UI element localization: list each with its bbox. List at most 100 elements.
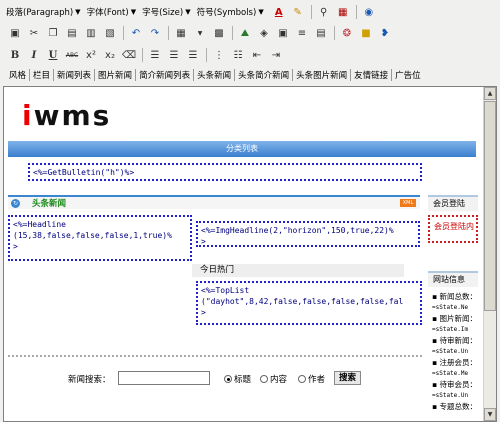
horizontal-rule-icon[interactable]: ≡ [293,24,311,42]
scroll-up-icon[interactable]: ▲ [484,87,496,100]
replace-icon[interactable]: ▦ [334,3,352,21]
logo-text: wms [33,99,112,132]
stat-code: =sState.Me [432,370,469,377]
underline-icon[interactable]: U [44,46,62,64]
search-input[interactable] [118,371,210,385]
special-char-icon[interactable]: ▤ [312,24,330,42]
unordered-list-icon[interactable]: ☷ [229,46,247,64]
scrollbar-thumb[interactable] [484,101,496,311]
img-headline-code-block[interactable]: <%=ImgHeadline(2,"horizon",150,true,22)%… [196,221,420,247]
font-dropdown[interactable]: 字体(Font) ▼ [87,6,137,18]
link-icon[interactable]: ❥ [376,24,394,42]
grid-icon[interactable]: ▩ [210,24,228,42]
find-icon[interactable]: ⚲ [315,3,333,21]
save-icon[interactable]: ▣ [6,24,24,42]
headline-code-line: > [13,242,18,251]
vertical-scrollbar[interactable]: ▲ ▼ [483,87,496,421]
indent-icon[interactable]: ⇥ [267,46,285,64]
align-center-icon[interactable]: ☰ [165,46,183,64]
refresh-icon: ↻ [11,199,20,208]
option-author[interactable]: 作者 [298,373,325,385]
bulletin-code-block[interactable]: <%=GetBulletin("h")%> [28,163,422,181]
headline-code-block[interactable]: <%=Headline (15,38,false,false,false,1,t… [8,215,192,261]
paste-word-icon[interactable]: ▧ [101,24,119,42]
toplist-code-line: ("dayhot",8,42,false,false,false,false,f… [201,297,404,306]
login-box[interactable]: 会员登陆内 [428,215,478,243]
table-dropdown-icon[interactable]: ▼ [191,24,209,42]
xml-badge[interactable]: XML [400,199,416,207]
site-logo: iwms [22,99,112,132]
editor-area[interactable]: iwms 分类列表 <%=GetBulletin("h")%> ↻ 头条新闻 X… [3,86,497,422]
align-left-icon[interactable]: ☰ [146,46,164,64]
toplist-code-line: > [201,308,206,317]
font-label: 字体(Font) [86,8,129,18]
toolbar-row-3: B I U ABC x² x₂ ⌫ ☰ ☰ ☰ ⋮ ☷ ⇤ ⇥ [0,45,500,65]
redo-icon[interactable]: ↷ [146,24,164,42]
help-icon[interactable]: ◉ [360,3,378,21]
insert-module-button[interactable]: 头条简介新闻 [235,69,292,81]
stat-code: =sState.Un [432,348,469,355]
media-icon[interactable]: ▣ [274,24,292,42]
chevron-down-icon: ▼ [75,8,81,16]
divider [334,26,335,40]
symbols-dropdown[interactable]: 符号(Symbols) ▼ [197,6,264,18]
cut-icon[interactable]: ✂ [25,24,43,42]
undo-icon[interactable]: ↶ [127,24,145,42]
superscript-icon[interactable]: x² [82,46,100,64]
search-button[interactable]: 搜索 [334,371,362,385]
outdent-icon[interactable]: ⇤ [248,46,266,64]
image-icon[interactable]: ⛰ [236,24,254,42]
copy-icon[interactable]: ❐ [44,24,62,42]
bold-icon[interactable]: B [6,46,24,64]
insert-module-button[interactable]: 友情链接 [351,69,391,81]
hot-section-title: 今日热门 [192,264,404,277]
subscript-icon[interactable]: x₂ [101,46,119,64]
paste-text-icon[interactable]: ▥ [82,24,100,42]
option-content-label: 内容 [270,375,288,385]
option-title-label: 标题 [234,375,252,385]
img-headline-code-line: > [201,237,206,246]
divider [355,5,357,19]
option-content[interactable]: 内容 [260,373,287,385]
divider [310,5,312,19]
paragraph-dropdown[interactable]: 段落(Paragraph) ▼ [6,6,81,18]
toplist-code-block[interactable]: <%=TopList ("dayhot",8,42,false,false,fa… [196,281,422,325]
highlight-icon[interactable]: ✎ [289,3,307,21]
size-label: 字号(Size) [142,8,184,18]
scroll-down-icon[interactable]: ▼ [484,408,496,421]
align-right-icon[interactable]: ☰ [184,46,202,64]
stats-list: ▪ 新闻总数： =sState.Ne ▪ 图片新闻： =sState.Im ▪ 待审新闻… [432,291,480,412]
eraser-icon[interactable]: ⌫ [120,46,138,64]
insert-module-button[interactable]: 广告位 [392,69,424,81]
emoticon-icon[interactable]: ❂ [338,24,356,42]
radio-icon [260,375,268,383]
headline-section-header: ↻ 头条新闻 XML [8,195,420,209]
dotted-divider [8,355,422,359]
note-icon[interactable]: ■ [357,24,375,42]
insert-module-button[interactable]: 栏目 [30,69,53,81]
insert-module-button[interactable]: 简介新闻列表 [136,69,193,81]
option-title[interactable]: 标题 [224,373,251,385]
insert-module-button[interactable]: 头条图片新闻 [293,69,350,81]
insert-module-button[interactable]: 风格 [6,69,29,81]
font-color-icon[interactable]: A [270,3,288,21]
paste-icon[interactable]: ▤ [63,24,81,42]
size-dropdown[interactable]: 字号(Size) ▼ [142,6,190,18]
stat-code: =sState.Un [432,392,469,399]
stat-label: ▪ 新闻总数： [432,292,477,301]
ordered-list-icon[interactable]: ⋮ [210,46,228,64]
table-icon[interactable]: ▦ [172,24,190,42]
insert-module-button[interactable]: 头条新闻 [194,69,234,81]
divider [206,48,207,62]
strikethrough-icon[interactable]: ABC [63,46,81,64]
italic-icon[interactable]: I [25,46,43,64]
toolbar-row-2: ▣ ✂ ❐ ▤ ▥ ▧ ↶ ↷ ▦ ▼ ▩ ⛰ ◈ ▣ ≡ ▤ ❂ ■ ❥ [0,23,500,43]
insert-module-button[interactable]: 图片新闻 [95,69,135,81]
option-author-label: 作者 [308,375,326,385]
insert-module-button[interactable]: 新闻列表 [54,69,94,81]
flash-icon[interactable]: ◈ [255,24,273,42]
toolbar-row-1: 段落(Paragraph) ▼ 字体(Font) ▼ 字号(Size) ▼ 符号(Sy… [0,2,500,22]
stat-label: ▪ 图片新闻： [432,314,477,323]
headline-code-line: (15,38,false,false,false,1,true)% [13,231,172,240]
stats-title: 网站信息 [428,271,478,287]
